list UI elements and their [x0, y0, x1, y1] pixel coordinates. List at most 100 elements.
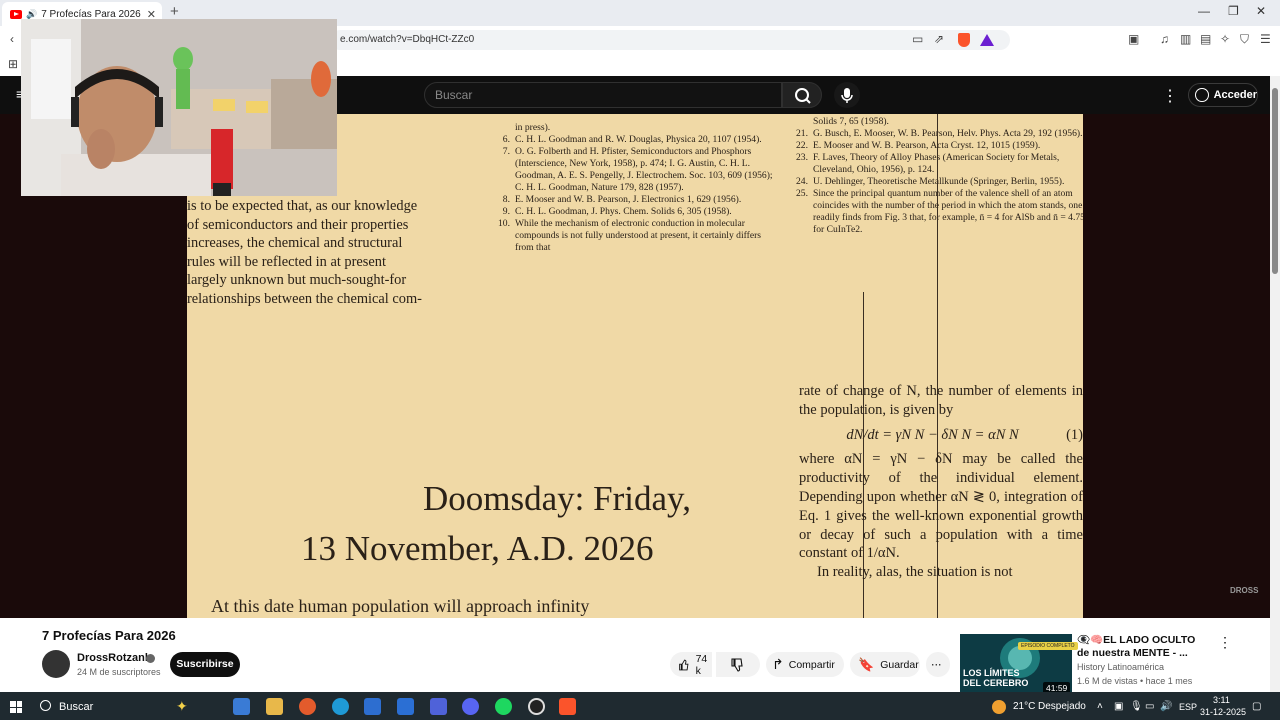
share-button[interactable]: ↱ Compartir: [766, 652, 844, 677]
sign-in-label: Acceder: [1213, 89, 1257, 101]
file-explorer-icon[interactable]: [266, 698, 283, 715]
channel-name[interactable]: DrossRotzank: [77, 652, 151, 664]
thumbnail-badge: EPISODIO COMPLETO: [1018, 642, 1078, 650]
weather-icon: [992, 700, 1006, 714]
col1-line: increases, the chemical and structural: [187, 235, 403, 252]
wallet-icon[interactable]: ▤: [1200, 32, 1211, 46]
share-page-icon[interactable]: ⇗: [934, 32, 944, 46]
voice-search-button[interactable]: [834, 82, 860, 108]
col1-line: rules will be reflected in at present: [187, 253, 386, 270]
col1-line: largely unknown but much-sought-for: [187, 272, 407, 289]
save-button[interactable]: 🔖 Guardar: [850, 652, 920, 677]
reference-item: 21. G. Busch, E. Mooser, W. B. Pearson, H…: [795, 128, 1083, 140]
ref-text: F. Laves, Theory of Alloy Phases (Americ…: [813, 152, 1060, 175]
tab-title: 7 Profecías Para 2026 - YouTube: [41, 8, 141, 20]
recommended-video-title[interactable]: 👁‍🗨🧠EL LADO OCULTO de nuestra MENTE - ..…: [1077, 634, 1207, 660]
bookmark-icon: 🔖: [858, 656, 875, 672]
address-bar[interactable]: e.com/watch?v=DbqHCt-ZZc0: [330, 30, 1010, 50]
spotify-icon[interactable]: [495, 698, 512, 715]
speaker-icon[interactable]: 🔊: [26, 9, 37, 20]
sign-in-button[interactable]: Acceder: [1188, 83, 1258, 107]
clock-date[interactable]: 31-12-2025: [1200, 707, 1246, 717]
dislike-button[interactable]: [716, 652, 760, 677]
minimize-button[interactable]: —: [1198, 4, 1210, 18]
leo-ai-icon[interactable]: ✧: [1220, 32, 1230, 46]
windows-start-icon[interactable]: [10, 701, 22, 713]
sparkle-icon: ✦: [176, 698, 188, 714]
video-title: 7 Profecías Para 2026: [42, 628, 176, 643]
maximize-button[interactable]: ❐: [1228, 4, 1239, 18]
subscribe-button[interactable]: Suscribirse: [170, 652, 240, 677]
ref-text: While the mechanism of electronic conduc…: [515, 218, 762, 253]
paragraph: In reality, alas, the situation is not: [817, 564, 1013, 581]
reference-item: 10. While the mechanism of electronic con…: [497, 218, 777, 254]
brave-browser-icon[interactable]: [559, 698, 576, 715]
reference-item: 22. E. Mooser and W. B. Pearson, Acta Cry…: [795, 140, 1083, 152]
ref-text: C. H. L. Goodman, J. Phys. Chem. Solids …: [515, 206, 732, 217]
chevron-up-icon[interactable]: ˄: [1097, 701, 1103, 712]
clock-time[interactable]: 3:11: [1213, 695, 1230, 705]
brave-shields-icon[interactable]: [958, 33, 970, 47]
language-indicator[interactable]: ESP: [1179, 702, 1197, 712]
store-icon[interactable]: [364, 698, 381, 715]
paper-column-right-body: rate of change of N, the number of eleme…: [799, 382, 1083, 582]
article-title: Doomsday: Friday, 13 November, A.D. 2026: [301, 474, 807, 574]
ref-number: 9.: [502, 206, 510, 217]
cast-icon[interactable]: ▭: [912, 32, 923, 46]
close-window-button[interactable]: ✕: [1256, 4, 1266, 18]
paper-references-middle: in press). 6. C. H. L. Goodman and R. W. …: [497, 122, 777, 254]
brave-rewards-icon[interactable]: [980, 34, 994, 46]
search-input[interactable]: Buscar: [424, 82, 782, 108]
edge-icon[interactable]: [332, 698, 349, 715]
recommended-channel[interactable]: History Latinoamérica: [1077, 662, 1164, 672]
vpn-icon[interactable]: ⛉: [1240, 32, 1249, 47]
equation: dN/dt = γN N − δN N = αN N (1): [799, 426, 1083, 445]
back-icon[interactable]: ‹: [10, 32, 14, 46]
weather-text[interactable]: Despejado: [1038, 701, 1086, 712]
mail-icon[interactable]: [397, 698, 414, 715]
channel-avatar[interactable]: [42, 650, 70, 678]
mic-tray-icon[interactable]: 🎙: [1130, 701, 1143, 712]
network-icon[interactable]: ▭: [1145, 701, 1154, 712]
screen: 🔊 7 Profecías Para 2026 - YouTube ✕ + — …: [0, 0, 1280, 720]
equation-number: (1): [1066, 426, 1083, 443]
account-icon: [1195, 88, 1209, 102]
volume-icon[interactable]: 🔊: [1160, 701, 1172, 712]
reference-item: 8. E. Mooser and W. B. Pearson, J. Electr…: [497, 194, 777, 206]
sidebar-icon[interactable]: ▣: [1128, 32, 1139, 46]
ref-number: 21.: [796, 128, 808, 139]
thumbnail-caption-line: DEL CEREBRO: [963, 678, 1029, 688]
search-button[interactable]: [782, 82, 822, 108]
firefox-icon[interactable]: [299, 698, 316, 715]
discord-icon[interactable]: [462, 698, 479, 715]
microphone-icon: [841, 88, 853, 103]
ref-text: E. Mooser and W. B. Pearson, Acta Cryst.…: [813, 140, 1041, 151]
notifications-icon[interactable]: ▢: [1252, 701, 1261, 712]
app-icon[interactable]: [430, 698, 447, 715]
reference-item: 7. O. G. Folberth and H. Pfister, Semicon…: [497, 146, 777, 194]
subscriber-count: 24 M de suscriptores: [77, 667, 161, 677]
temperature[interactable]: 21°C: [1013, 701, 1035, 712]
col1-line: relationships between the chemical com-: [187, 290, 422, 307]
recommended-meta: 1.6 M de vistas • hace 1 mes: [1077, 676, 1193, 686]
reading-icon[interactable]: ▥: [1180, 32, 1191, 46]
new-tab-button[interactable]: +: [170, 3, 179, 20]
page-scrollbar-thumb[interactable]: [1272, 88, 1278, 274]
more-actions-button[interactable]: ⋯: [926, 652, 950, 677]
apps-grid-icon[interactable]: ⊞: [8, 57, 18, 71]
menu-icon[interactable]: ☰: [1260, 32, 1271, 46]
ref-text: U. Dehlinger, Theoretische Metallkunde (…: [813, 176, 1065, 187]
taskbar-search-box[interactable]: Buscar: [34, 696, 220, 718]
like-button[interactable]: 74 k: [670, 652, 712, 677]
media-icon[interactable]: ♫: [1160, 32, 1169, 46]
paragraph: where αN = γN − δN may be called the pro…: [799, 451, 1083, 562]
copilot-icon[interactable]: [233, 698, 250, 715]
github-icon[interactable]: [528, 698, 545, 715]
tray-app-icon[interactable]: ▣: [1114, 701, 1123, 712]
recommendation-more-icon[interactable]: ⋮: [1218, 634, 1232, 651]
ref-fragment: in press).: [515, 122, 551, 133]
ref-number: 6.: [502, 134, 510, 145]
paragraph: rate of change of N, the number of eleme…: [799, 383, 1083, 418]
settings-more-icon[interactable]: ⋮: [1162, 86, 1178, 106]
article-subtitle: At this date human population will appro…: [211, 596, 590, 616]
